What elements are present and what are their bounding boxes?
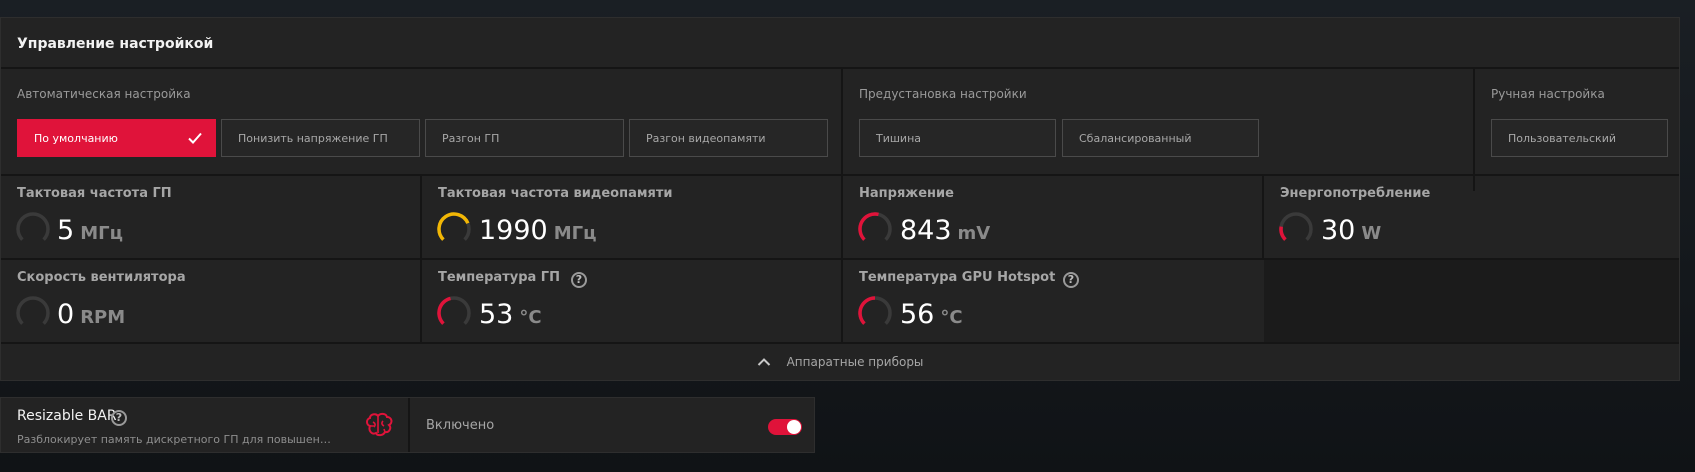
overclock-gpu-button-label: Разгон ГП <box>442 131 500 145</box>
divider <box>420 174 422 342</box>
metric-title-power: Энергопотребление <box>1280 186 1431 201</box>
undervolt-gpu-button[interactable]: Понизить напряжение ГП <box>221 119 420 157</box>
metric-number: 53 <box>479 299 514 330</box>
custom-button-label: Пользовательский <box>1508 131 1616 145</box>
metric-value-power: 30 W <box>1321 215 1381 246</box>
metric-number: 56 <box>900 299 935 330</box>
metric-unit: W <box>1361 223 1382 244</box>
section-label-preset: Предустановка настройки <box>859 87 1027 101</box>
divider <box>1262 174 1264 258</box>
metric-unit: °C <box>940 307 963 328</box>
voltage-gauge-icon <box>858 212 892 241</box>
resizable-bar-toggle[interactable] <box>768 419 802 435</box>
metric-unit: МГц <box>80 223 123 244</box>
overclock-vram-button-label: Разгон видеопамяти <box>646 131 766 145</box>
metric-value-gpu-clock: 5 МГц <box>57 215 123 246</box>
section-label-auto: Автоматическая настройка <box>17 87 191 101</box>
overclock-vram-button[interactable]: Разгон видеопамяти <box>629 119 828 157</box>
vram-clock-gauge-icon <box>437 212 471 241</box>
divider <box>408 398 410 452</box>
panel-title: Управление настройкой <box>17 36 214 52</box>
metric-value-voltage: 843 mV <box>900 215 990 246</box>
metric-title-voltage: Напряжение <box>859 186 954 201</box>
metric-unit: RPM <box>80 307 126 328</box>
section-label-manual: Ручная настройка <box>1491 87 1605 101</box>
help-icon[interactable]: ? <box>571 272 587 288</box>
metric-number: 5 <box>57 215 75 246</box>
metric-number: 843 <box>900 215 952 246</box>
balanced-button[interactable]: Сбалансированный <box>1062 119 1259 157</box>
brain-icon <box>366 412 393 437</box>
metric-number: 30 <box>1321 215 1356 246</box>
gauge-track <box>16 212 50 241</box>
overclock-gpu-button[interactable]: Разгон ГП <box>425 119 624 157</box>
divider <box>1 174 1679 176</box>
default-button[interactable]: По умолчанию <box>17 119 216 157</box>
metric-unit: °C <box>519 307 542 328</box>
resizable-bar-state: Включено <box>426 418 495 433</box>
resizable-bar-panel: Resizable BAR ? Разблокирует память диск… <box>0 397 815 453</box>
metric-title-gpu-clock: Тактовая частота ГП <box>17 186 172 201</box>
power-gauge-icon <box>1279 212 1313 241</box>
chevron-up-icon <box>757 358 770 366</box>
gauge-fill <box>1279 226 1287 241</box>
gauge-track <box>1279 212 1313 241</box>
tuning-control-panel: Управление настройкой Автоматическая нас… <box>0 17 1680 381</box>
divider <box>1 67 1679 69</box>
metric-number: 0 <box>57 299 75 330</box>
hardware-gauges-label: Аппаратные приборы <box>786 355 924 369</box>
divider <box>1473 67 1475 191</box>
balanced-button-label: Сбалансированный <box>1079 131 1192 145</box>
divider <box>841 174 843 342</box>
gauge-fill <box>858 212 879 241</box>
help-icon[interactable]: ? <box>1063 272 1079 288</box>
metric-number: 1990 <box>479 215 548 246</box>
quiet-button[interactable]: Тишина <box>859 119 1056 157</box>
hotspot-temp-gauge-icon <box>858 296 892 325</box>
hardware-gauges-toggle[interactable]: Аппаратные приборы <box>1 344 1679 380</box>
metric-value-vram-clock: 1990 МГц <box>479 215 596 246</box>
metric-unit: МГц <box>553 223 597 244</box>
custom-button[interactable]: Пользовательский <box>1491 119 1668 157</box>
undervolt-gpu-button-label: Понизить напряжение ГП <box>238 131 388 145</box>
gauge-fill <box>437 296 452 325</box>
metric-title-vram-clock: Тактовая частота видеопамяти <box>438 186 673 201</box>
metric-title-fan-speed: Скорость вентилятора <box>17 270 186 285</box>
gpu-temp-gauge-icon <box>437 296 471 325</box>
default-button-label: По умолчанию <box>34 131 118 145</box>
fan-speed-gauge-icon <box>16 296 50 325</box>
check-icon <box>188 132 202 144</box>
divider <box>841 67 843 191</box>
gauge-track <box>16 296 50 325</box>
metric-unit: mV <box>957 223 991 244</box>
quiet-button-label: Тишина <box>876 131 922 145</box>
gauge-fill <box>437 212 470 241</box>
metric-value-fan-speed: 0 RPM <box>57 299 125 330</box>
metric-value-hotspot-temp: 56 °C <box>900 299 963 330</box>
metric-title-hotspot-temp: Температура GPU Hotspot <box>859 270 1056 285</box>
help-icon[interactable]: ? <box>111 410 127 426</box>
toggle-knob <box>787 420 801 434</box>
resizable-bar-title: Resizable BAR <box>17 408 117 424</box>
empty-cell <box>1264 260 1679 342</box>
metric-title-gpu-temp: Температура ГП <box>438 270 560 285</box>
metric-value-gpu-temp: 53 °C <box>479 299 542 330</box>
resizable-bar-description: Разблокирует память дискретного ГП для п… <box>17 433 337 446</box>
gpu-clock-gauge-icon <box>16 212 50 241</box>
